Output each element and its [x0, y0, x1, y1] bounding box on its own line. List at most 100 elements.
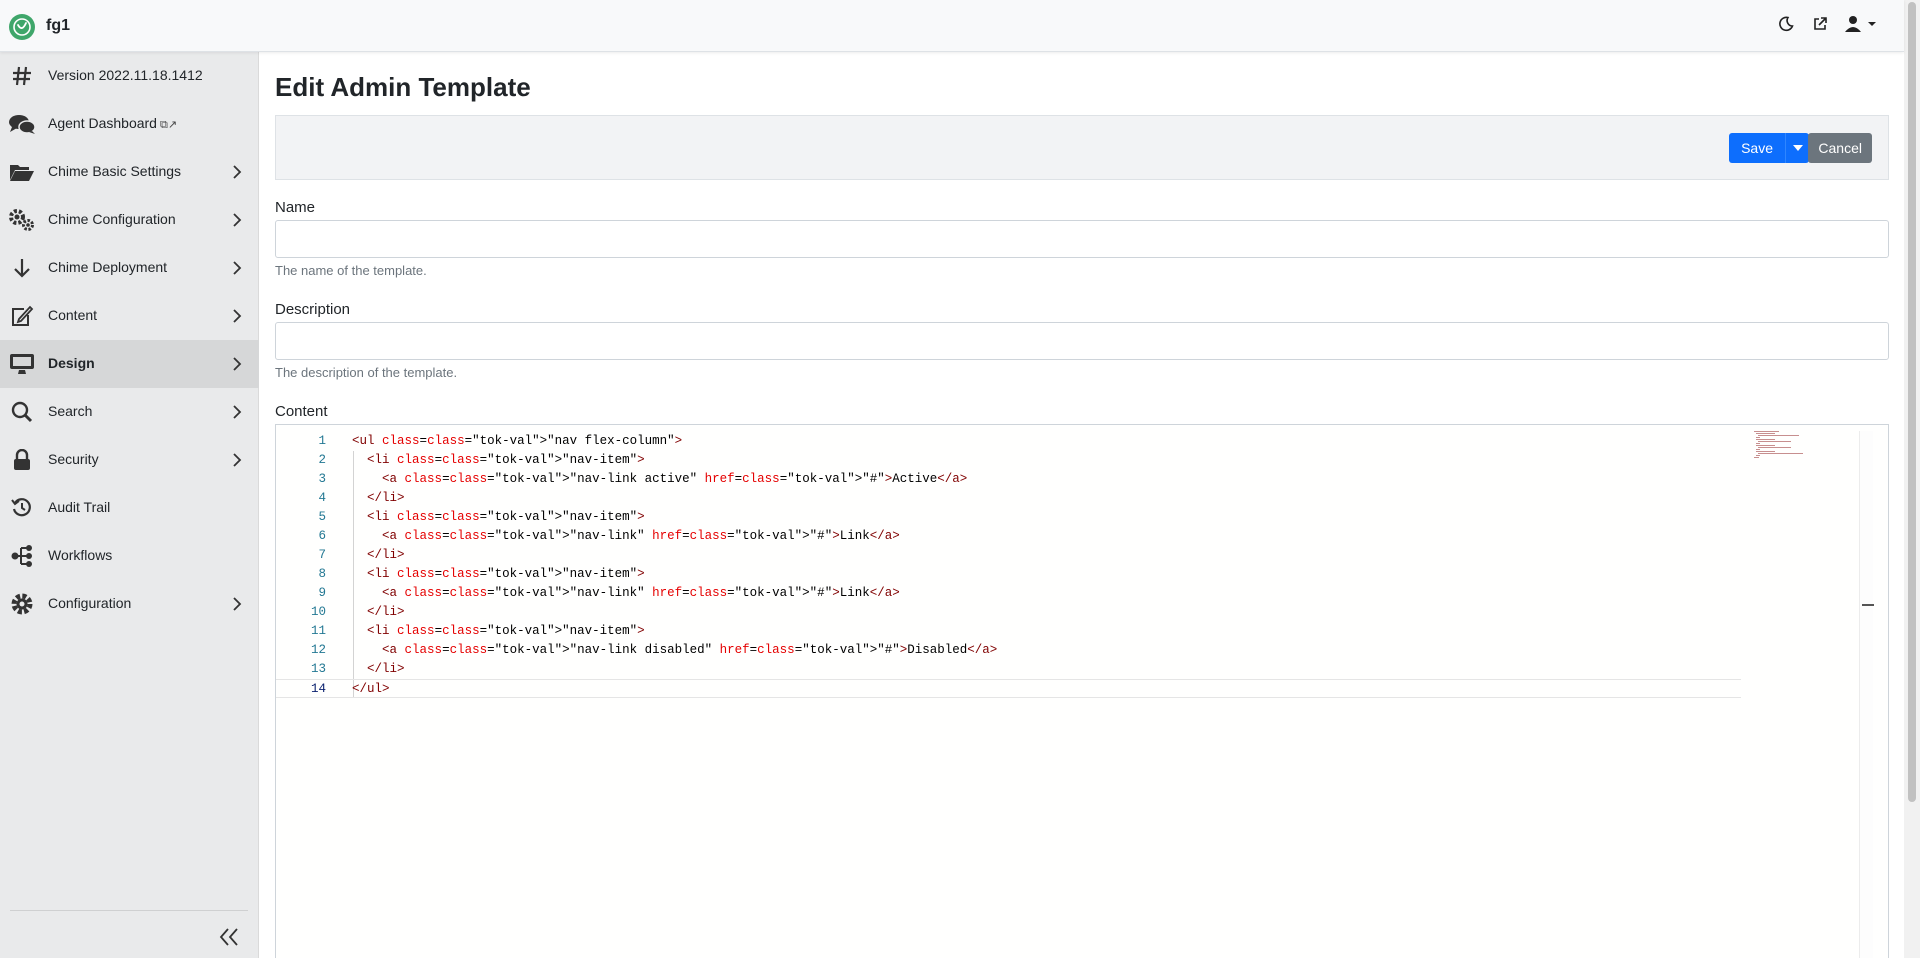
workflow-icon — [8, 543, 36, 569]
brand-name[interactable]: fg1 — [46, 17, 70, 35]
save-button-group: Save — [1729, 133, 1809, 163]
name-help-text: The name of the template. — [275, 263, 427, 278]
editor-cursor-marker — [1862, 604, 1874, 606]
code-text[interactable]: <li class=class="tok-val">"nav-item"> — [352, 451, 645, 470]
chevron-right-icon — [233, 453, 242, 467]
chevron-right-icon — [233, 309, 242, 323]
user-menu-icon[interactable] — [1844, 14, 1878, 34]
code-text[interactable]: <li class=class="tok-val">"nav-item"> — [352, 622, 645, 641]
code-text[interactable]: </li> — [352, 546, 405, 565]
line-number: 7 — [318, 548, 326, 562]
code-text[interactable]: <a class=class="tok-val">"nav-link" href… — [352, 584, 900, 603]
line-number: 9 — [318, 586, 326, 600]
sidebar-item-chime-basic-settings[interactable]: Chime Basic Settings — [0, 148, 259, 196]
sidebar-item-audit-trail[interactable]: Audit Trail — [0, 484, 259, 532]
sidebar-item-chime-deployment[interactable]: Chime Deployment — [0, 244, 259, 292]
minimap-line — [1755, 439, 1775, 440]
save-options-dropdown-button[interactable] — [1785, 133, 1809, 163]
line-number: 6 — [318, 529, 326, 543]
cancel-button[interactable]: Cancel — [1808, 133, 1872, 163]
sidebar-item-agent-dashboard[interactable]: Agent Dashboard ⧉↗ — [0, 100, 259, 148]
code-text[interactable]: <a class=class="tok-val">"nav-link activ… — [352, 470, 967, 489]
gears-icon — [8, 207, 36, 233]
line-number: 4 — [318, 491, 326, 505]
code-line[interactable]: 9 <a class=class="tok-val">"nav-link" hr… — [276, 584, 1741, 603]
code-text[interactable]: </li> — [352, 489, 405, 508]
code-line[interactable]: 2 <li class=class="tok-val">"nav-item"> — [276, 451, 1741, 470]
minimap-line — [1757, 453, 1803, 454]
code-line[interactable]: 7 </li> — [276, 546, 1741, 565]
sidebar-item-security[interactable]: Security — [0, 436, 259, 484]
minimap-line — [1755, 449, 1761, 450]
code-text[interactable]: </li> — [352, 603, 405, 622]
minimap-line — [1755, 437, 1761, 438]
code-line[interactable]: 11 <li class=class="tok-val">"nav-item"> — [276, 622, 1741, 641]
sidebar-item-content[interactable]: Content — [0, 292, 259, 340]
page-scrollbar[interactable] — [1904, 0, 1920, 958]
monitor-icon — [8, 351, 36, 377]
history-icon — [8, 495, 36, 521]
code-lines[interactable]: 1 <ul class=class="tok-val">"nav flex-col… — [276, 432, 1741, 698]
brand-logo-icon[interactable] — [9, 14, 35, 40]
code-text[interactable]: <a class=class="tok-val">"nav-link disab… — [352, 641, 997, 660]
line-number: 11 — [310, 624, 326, 638]
minimap-line — [1755, 445, 1775, 446]
chevron-right-icon — [233, 597, 242, 611]
name-input[interactable] — [275, 220, 1889, 258]
page-title: Edit Admin Template — [275, 72, 531, 102]
code-text[interactable]: </li> — [352, 660, 405, 679]
sidebar-item-label: Chime Configuration — [48, 211, 176, 227]
hash-icon — [8, 63, 36, 89]
minimap-line — [1757, 447, 1791, 448]
dark-mode-moon-icon[interactable] — [1776, 14, 1796, 34]
collapse-sidebar-button[interactable] — [216, 924, 242, 950]
caret-down-icon — [1792, 145, 1803, 151]
page-scrollbar-thumb[interactable] — [1908, 2, 1916, 802]
code-line[interactable]: 12 <a class=class="tok-val">"nav-link di… — [276, 641, 1741, 660]
code-text[interactable]: <ul class=class="tok-val">"nav flex-colu… — [352, 432, 682, 451]
chevron-right-icon — [233, 213, 242, 227]
code-line[interactable]: 3 <a class=class="tok-val">"nav-link act… — [276, 470, 1741, 489]
gear-icon — [8, 591, 36, 617]
sidebar-item-label: Chime Basic Settings — [48, 163, 182, 179]
minimap-line — [1754, 431, 1780, 432]
external-link-icon[interactable] — [1810, 14, 1830, 34]
code-line[interactable]: 13 </li> — [276, 660, 1741, 679]
code-text[interactable]: <a class=class="tok-val">"nav-link" href… — [352, 527, 900, 546]
code-line[interactable]: 1 <ul class=class="tok-val">"nav flex-col… — [276, 432, 1741, 451]
sidebar-item-label: Security — [48, 451, 99, 467]
save-button[interactable]: Save — [1729, 133, 1785, 163]
external-window-icon: ⧉↗ — [159, 119, 178, 131]
code-line[interactable]: 8 <li class=class="tok-val">"nav-item"> — [276, 565, 1741, 584]
code-line[interactable]: 4 </li> — [276, 489, 1741, 508]
sidebar-item-chime-configuration[interactable]: Chime Configuration — [0, 196, 259, 244]
sidebar: Version 2022.11.18.1412 Agent Dashboard ⧉… — [0, 52, 259, 958]
minimap-line — [1757, 441, 1791, 442]
code-line[interactable]: 5 <li class=class="tok-val">"nav-item"> — [276, 508, 1741, 527]
sidebar-item-configuration[interactable]: Configuration — [0, 580, 259, 628]
code-text[interactable]: <li class=class="tok-val">"nav-item"> — [352, 565, 645, 584]
editor-vertical-scrollbar[interactable] — [1859, 431, 1874, 958]
line-number: 14 — [310, 682, 326, 696]
code-text[interactable]: </ul> — [352, 680, 390, 699]
sidebar-item-workflows[interactable]: Workflows — [0, 532, 259, 580]
code-text[interactable]: <li class=class="tok-val">"nav-item"> — [352, 508, 645, 527]
minimap-line — [1755, 455, 1761, 456]
description-input[interactable] — [275, 322, 1889, 360]
sidebar-item-version[interactable]: Version 2022.11.18.1412 — [0, 52, 259, 100]
editor-minimap[interactable] — [1748, 431, 1858, 459]
minimap-line — [1755, 433, 1775, 434]
sidebar-item-search[interactable]: Search — [0, 388, 259, 436]
sidebar-item-label: Search — [48, 403, 93, 419]
line-number: 5 — [318, 510, 326, 524]
lock-icon — [8, 447, 36, 473]
code-line[interactable]: 14 </ul> — [276, 679, 1741, 698]
sidebar-item-design[interactable]: Design — [0, 340, 259, 388]
sidebar-item-label: Design — [48, 355, 95, 371]
code-editor[interactable]: 1 <ul class=class="tok-val">"nav flex-col… — [275, 424, 1889, 958]
code-line[interactable]: 6 <a class=class="tok-val">"nav-link" hr… — [276, 527, 1741, 546]
chevron-right-icon — [233, 261, 242, 275]
name-label: Name — [275, 199, 316, 216]
search-icon — [8, 399, 36, 425]
code-line[interactable]: 10 </li> — [276, 603, 1741, 622]
